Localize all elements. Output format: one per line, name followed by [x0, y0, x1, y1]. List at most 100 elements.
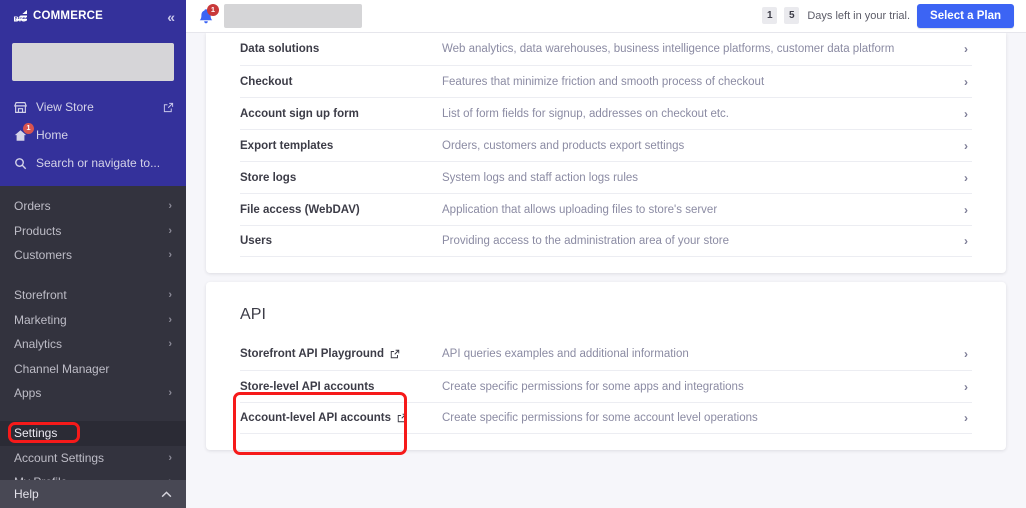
- row-label-text: Storefront API Playground: [240, 348, 384, 360]
- sidebar-item-marketing[interactable]: Marketing ›: [0, 308, 186, 332]
- api-section-title: API: [240, 306, 267, 323]
- sidebar-item-label: Help: [14, 487, 39, 501]
- sidebar-item-label: Channel Manager: [14, 361, 110, 376]
- sidebar-item-customers[interactable]: Customers ›: [0, 243, 186, 267]
- store-name-redacted[interactable]: [12, 43, 174, 81]
- api-card: API Storefront API Playground API querie…: [206, 282, 1006, 450]
- settings-row-checkout[interactable]: Checkout Features that minimize friction…: [240, 65, 972, 97]
- row-description: Application that allows uploading files …: [442, 203, 718, 216]
- chevron-right-icon: ›: [168, 224, 172, 237]
- card-bottom-padding: [240, 257, 972, 273]
- row-description: List of form fields for signup, addresse…: [442, 107, 730, 120]
- sidebar-item-analytics[interactable]: Analytics ›: [0, 332, 186, 356]
- external-link-icon: [397, 413, 407, 423]
- api-row-account-level-api-accounts[interactable]: Account-level API accounts Create specif…: [240, 402, 972, 434]
- bigcommerce-admin-window: BIG COMMERCE « View Store 1 Home Search …: [0, 0, 1026, 508]
- general-settings-card: Data solutions Web analytics, data wareh…: [206, 33, 1006, 273]
- settings-row-store-logs[interactable]: Store logs System logs and staff action …: [240, 161, 972, 193]
- api-row-storefront-api-playground[interactable]: Storefront API Playground API queries ex…: [240, 338, 972, 370]
- row-label: Store-level API accounts: [240, 381, 442, 393]
- sidebar-item-label: Products: [14, 223, 62, 238]
- trial-days-digit-2: 5: [784, 7, 800, 25]
- brand-text: COMMERCE: [33, 9, 103, 22]
- sidebar-item-label: View Store: [36, 100, 94, 114]
- external-link-icon: [163, 102, 174, 113]
- row-description: Create specific permissions for some app…: [442, 380, 744, 393]
- row-label: Storefront API Playground: [240, 348, 442, 360]
- topbar: 1 1 5 Days left in your trial. Select a …: [186, 0, 1026, 33]
- chevron-right-icon: ›: [168, 200, 172, 213]
- sidebar-item-help[interactable]: Help: [0, 480, 186, 508]
- row-label: Export templates: [240, 139, 334, 152]
- sidebar-item-storefront[interactable]: Storefront ›: [0, 283, 186, 307]
- store-name-redacted-topbar[interactable]: [224, 4, 362, 28]
- chevron-right-icon: ›: [168, 289, 172, 302]
- chevron-right-icon: ›: [964, 202, 968, 217]
- settings-row-account-sign-up-form[interactable]: Account sign up form List of form fields…: [240, 97, 972, 129]
- sidebar-item-view-store[interactable]: View Store: [0, 93, 186, 121]
- chevron-right-icon: ›: [168, 386, 172, 399]
- row-description: Web analytics, data warehouses, business…: [442, 43, 895, 55]
- sidebar-item-orders[interactable]: Orders ›: [0, 194, 186, 218]
- home-notification-badge: 1: [23, 122, 34, 134]
- sidebar-item-home[interactable]: 1 Home: [0, 121, 186, 149]
- sidebar-item-settings[interactable]: Settings: [0, 421, 186, 446]
- sidebar-item-label: Customers: [14, 247, 73, 262]
- chevron-right-icon: ›: [964, 138, 968, 153]
- search-icon: [14, 157, 36, 170]
- brand-row: BIG COMMERCE «: [0, 0, 186, 33]
- sidebar-search[interactable]: Search or navigate to...: [0, 149, 186, 177]
- api-row-store-level-api-accounts[interactable]: Store-level API accounts Create specific…: [240, 370, 972, 402]
- sidebar-divider: [0, 267, 186, 283]
- chevron-up-icon: [161, 490, 172, 498]
- sidebar-item-account-settings[interactable]: Account Settings ›: [0, 446, 186, 470]
- row-label: Store logs: [240, 171, 297, 184]
- row-description: Create specific permissions for some acc…: [442, 412, 758, 424]
- settings-row-users[interactable]: Users Providing access to the administra…: [240, 225, 972, 257]
- main-area: 1 1 5 Days left in your trial. Select a …: [186, 0, 1026, 508]
- settings-row-file-access-webdav[interactable]: File access (WebDAV) Application that al…: [240, 193, 972, 225]
- chevron-right-icon: ›: [964, 411, 968, 425]
- sidebar-header: BIG COMMERCE « View Store 1 Home Search …: [0, 0, 186, 186]
- sidebar-item-label: Marketing: [14, 312, 67, 327]
- collapse-sidebar-button[interactable]: «: [167, 10, 175, 24]
- settings-row-export-templates[interactable]: Export templates Orders, customers and p…: [240, 129, 972, 161]
- sidebar-quick-links: View Store 1 Home Search or navigate to.…: [0, 93, 186, 177]
- trial-days-digit-1: 1: [762, 7, 778, 25]
- row-description: System logs and staff action logs rules: [442, 171, 639, 184]
- row-description: Features that minimize friction and smoo…: [442, 75, 765, 88]
- chevron-right-icon: ›: [964, 347, 968, 361]
- svg-text:BIG: BIG: [14, 15, 27, 24]
- sidebar-item-products[interactable]: Products ›: [0, 218, 186, 242]
- row-label: Account-level API accounts: [240, 412, 442, 424]
- sidebar-item-label: Account Settings: [14, 450, 105, 465]
- sidebar-item-apps[interactable]: Apps ›: [0, 381, 186, 405]
- row-label: Users: [240, 235, 272, 247]
- chevron-right-icon: ›: [168, 248, 172, 261]
- select-a-plan-button[interactable]: Select a Plan: [917, 3, 1014, 29]
- chevron-right-icon: ›: [964, 234, 968, 248]
- row-label-text: Account-level API accounts: [240, 412, 392, 424]
- row-label: Checkout: [240, 75, 293, 88]
- row-description: Providing access to the administration a…: [442, 235, 730, 247]
- external-link-icon: [390, 349, 400, 359]
- sidebar-search-placeholder: Search or navigate to...: [36, 156, 161, 170]
- row-description: Orders, customers and products export se…: [442, 139, 685, 152]
- sidebar-item-label: Orders: [14, 199, 51, 214]
- home-icon: 1: [14, 122, 36, 142]
- settings-row-data-solutions[interactable]: Data solutions Web analytics, data wareh…: [240, 33, 972, 65]
- sidebar-item-label: Settings: [14, 426, 58, 441]
- row-label: Data solutions: [240, 43, 320, 55]
- row-description: API queries examples and additional info…: [442, 348, 689, 360]
- api-card-inner: API Storefront API Playground API querie…: [206, 282, 1006, 450]
- sidebar: BIG COMMERCE « View Store 1 Home Search …: [0, 0, 186, 508]
- bigcommerce-logo[interactable]: BIG COMMERCE: [12, 9, 103, 24]
- sidebar-item-channel-manager[interactable]: Channel Manager: [0, 356, 186, 380]
- card-bottom-padding: [240, 434, 972, 450]
- bigcommerce-logo-icon: BIG: [12, 9, 34, 24]
- chevron-right-icon: ›: [964, 379, 968, 394]
- sidebar-navigation: Orders › Products › Customers › Storefro…: [0, 186, 186, 494]
- chevron-right-icon: ›: [964, 42, 968, 56]
- chevron-right-icon: ›: [168, 313, 172, 326]
- notifications-button[interactable]: 1: [194, 4, 219, 27]
